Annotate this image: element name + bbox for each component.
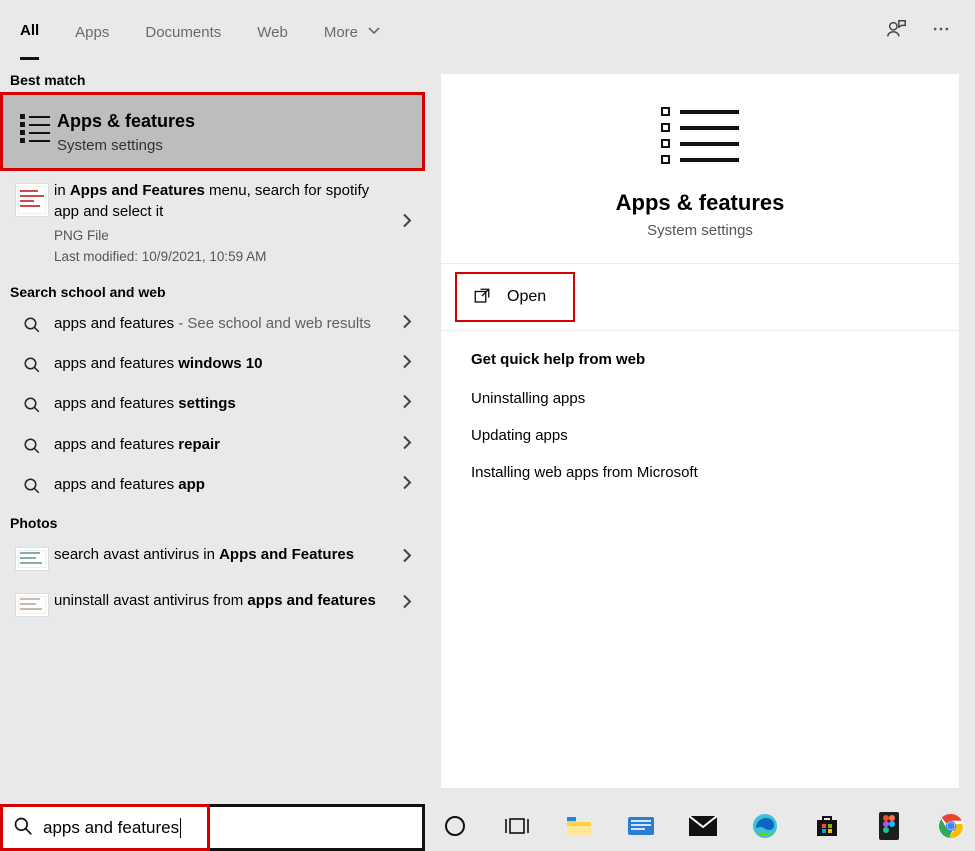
tab-web[interactable]: Web xyxy=(257,4,288,59)
section-school-web: Search school and web xyxy=(0,274,425,304)
help-link-install[interactable]: Installing web apps from Microsoft xyxy=(441,454,959,491)
taskbar-word-icon[interactable] xyxy=(625,810,657,842)
result-apps-features[interactable]: Apps & features System settings xyxy=(0,92,425,171)
result-title: Apps & features xyxy=(57,109,382,133)
result-title: in Apps and Features menu, search for sp… xyxy=(54,181,385,222)
result-photo-2[interactable]: uninstall avast antivirus from apps and … xyxy=(0,581,425,627)
feedback-icon[interactable] xyxy=(883,18,911,45)
section-best-match: Best match xyxy=(0,62,425,92)
results-pane: Best match Apps & features System settin… xyxy=(0,62,425,800)
result-title: uninstall avast antivirus from apps and … xyxy=(54,591,385,611)
taskbar-mail-icon[interactable] xyxy=(687,810,719,842)
result-web-see-results[interactable]: apps and features - See school and web r… xyxy=(0,304,425,344)
chevron-right-icon xyxy=(401,354,413,375)
result-png-file[interactable]: in Apps and Features menu, search for sp… xyxy=(0,171,425,274)
result-title: apps and features windows 10 xyxy=(54,354,385,374)
search-icon xyxy=(23,437,41,455)
result-web-repair[interactable]: apps and features repair xyxy=(0,425,425,465)
preview-subtitle: System settings xyxy=(441,222,959,239)
taskbar-figma-icon[interactable] xyxy=(873,810,905,842)
chevron-right-icon xyxy=(401,313,413,334)
tab-more[interactable]: More xyxy=(324,4,380,59)
result-filetype: PNG File xyxy=(54,228,385,243)
quick-help-header: Get quick help from web xyxy=(441,331,959,380)
section-photos: Photos xyxy=(0,505,425,535)
taskbar-chrome-icon[interactable] xyxy=(935,810,967,842)
taskbar-edge-icon[interactable] xyxy=(749,810,781,842)
search-box[interactable]: apps and features xyxy=(0,804,425,851)
result-title: apps and features app xyxy=(54,475,385,495)
tab-all[interactable]: All xyxy=(20,2,39,60)
more-options-icon[interactable] xyxy=(927,19,955,44)
image-thumbnail-icon xyxy=(15,183,49,217)
chevron-right-icon xyxy=(401,548,413,569)
chevron-right-icon xyxy=(401,594,413,615)
taskbar-cortana-icon[interactable] xyxy=(439,810,471,842)
result-web-windows10[interactable]: apps and features windows 10 xyxy=(0,344,425,384)
result-modified: Last modified: 10/9/2021, 10:59 AM xyxy=(54,249,385,264)
taskbar-store-icon[interactable] xyxy=(811,810,843,842)
preview-title: Apps & features xyxy=(441,190,959,216)
apps-features-icon xyxy=(20,111,50,146)
search-icon xyxy=(23,316,41,334)
search-input[interactable]: apps and features xyxy=(43,818,179,838)
search-icon xyxy=(23,356,41,374)
image-thumbnail-icon xyxy=(15,547,49,571)
result-title: search avast antivirus in Apps and Featu… xyxy=(54,545,385,565)
open-icon xyxy=(473,287,491,308)
chevron-down-icon xyxy=(368,24,380,41)
help-link-update[interactable]: Updating apps xyxy=(441,417,959,454)
taskbar-taskview-icon[interactable] xyxy=(501,810,533,842)
image-thumbnail-icon xyxy=(15,593,49,617)
result-title: apps and features repair xyxy=(54,435,385,455)
result-web-settings[interactable]: apps and features settings xyxy=(0,384,425,424)
result-title: apps and features settings xyxy=(54,394,385,414)
apps-features-large-icon xyxy=(661,107,739,164)
chevron-right-icon xyxy=(401,474,413,495)
result-web-app[interactable]: apps and features app xyxy=(0,465,425,505)
chevron-right-icon xyxy=(401,212,413,233)
tab-documents[interactable]: Documents xyxy=(145,4,221,59)
search-icon xyxy=(13,816,33,839)
result-title: apps and features - See school and web r… xyxy=(54,314,385,334)
open-label: Open xyxy=(507,288,546,306)
chevron-right-icon xyxy=(401,434,413,455)
tab-apps[interactable]: Apps xyxy=(75,4,109,59)
search-icon xyxy=(23,477,41,495)
preview-pane: Apps & features System settings Open Get… xyxy=(425,62,975,800)
search-tabs: All Apps Documents Web More xyxy=(0,0,975,62)
help-link-uninstall[interactable]: Uninstalling apps xyxy=(441,380,959,417)
result-subtitle: System settings xyxy=(57,137,382,154)
text-cursor xyxy=(180,818,181,838)
search-icon xyxy=(23,396,41,414)
tab-more-label: More xyxy=(324,24,358,41)
result-photo-1[interactable]: search avast antivirus in Apps and Featu… xyxy=(0,535,425,581)
taskbar-file-explorer-icon[interactable] xyxy=(563,810,595,842)
taskbar xyxy=(425,800,975,851)
open-button[interactable]: Open xyxy=(455,272,575,322)
chevron-right-icon xyxy=(401,394,413,415)
